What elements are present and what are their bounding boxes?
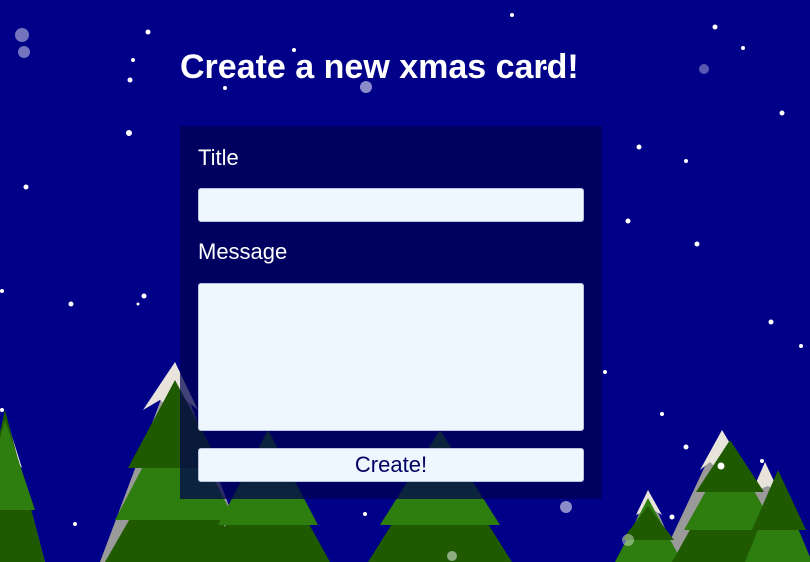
page-title: Create a new xmas card!	[180, 48, 579, 86]
pine-tree-icon	[0, 410, 45, 562]
create-card-form: Title Message Create!	[180, 126, 602, 499]
pine-tree-icon	[615, 498, 682, 562]
title-label: Title	[198, 145, 239, 170]
message-label: Message	[198, 239, 288, 264]
create-button[interactable]: Create!	[198, 448, 584, 482]
message-textarea[interactable]	[198, 283, 584, 431]
title-input[interactable]	[198, 188, 584, 222]
